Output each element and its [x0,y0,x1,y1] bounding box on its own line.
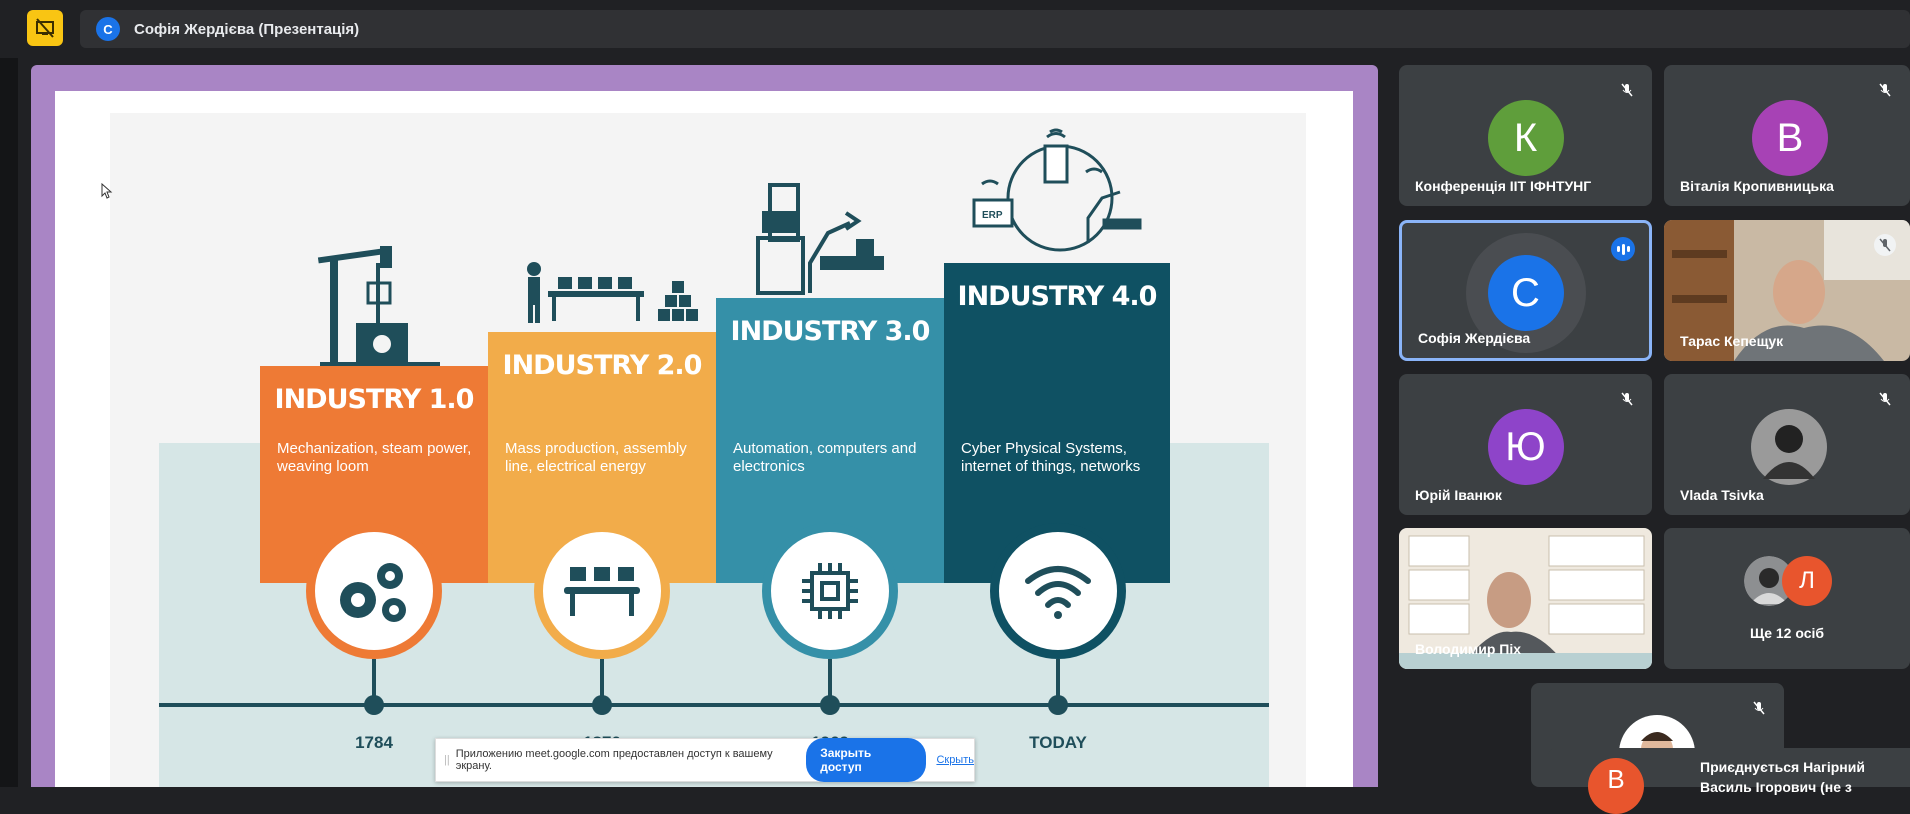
stage-heading: INDUSTRY 4.0 [957,281,1158,312]
mic-off-icon [1616,388,1638,410]
participant-tile[interactable]: Vlada Tsivka [1664,374,1910,515]
mic-off-icon [1874,388,1896,410]
wifi-icon [1025,566,1091,619]
stage-description: Mechanization, steam power, weaving loom [277,440,472,475]
stop-sharing-button[interactable]: Закрыть доступ [806,738,927,782]
join-notification: В Приєднується Нагірний Василь Ігорович … [1548,748,1910,814]
mouse-cursor-icon [101,183,113,199]
presenter-avatar: С [96,17,120,41]
stage-description: Automation, computers and electronics [733,440,917,475]
participant-name: Конференція ІІТ ІФНТУНГ [1415,178,1592,194]
top-bar: С Софія Жердієва (Презентація) [0,0,1910,58]
participant-tile[interactable]: К Конференція ІІТ ІФНТУНГ [1399,65,1652,206]
more-participants-label: Ще 12 осіб [1749,625,1825,641]
avatar: Ю [1487,409,1564,485]
timeline-dot [820,695,840,715]
timeline-line [159,703,1269,707]
participant-name: Софія Жердієва [1418,330,1531,346]
wifi-badge [990,523,1126,659]
timeline-dot [364,695,384,715]
avatar: В [1752,100,1828,176]
shared-screen: INDUSTRY 1.0 Mechanization, steam power,… [31,65,1378,787]
screen-share-banner: || Приложению meet.google.com предоставл… [435,738,975,782]
avatar: К [1487,100,1564,176]
stage-description: Mass production, assembly line, electric… [505,440,687,475]
participant-tile-video[interactable]: Володимир Піх [1399,528,1652,669]
join-text: Приєднується Нагірний Василь Ігорович (н… [1700,757,1865,797]
mic-off-icon [1616,542,1638,564]
speaking-indicator-icon [1611,237,1635,261]
mic-off-icon [1874,79,1896,101]
chip-icon [802,563,858,619]
left-edge [0,0,18,787]
join-text-line2: Василь Ігорович (не з [1700,779,1852,795]
avatar: Л [1782,556,1832,606]
timeline-year: 1784 [355,733,393,752]
participant-tile-active[interactable]: С Софія Жердієва [1399,220,1652,361]
conveyor-badge [534,523,670,659]
slide: INDUSTRY 1.0 Mechanization, steam power,… [55,91,1353,787]
timeline-dot [592,695,612,715]
more-participants-tile[interactable]: Л Ще 12 осіб [1664,528,1910,669]
timeline-year: TODAY [1029,733,1087,752]
gears-icon [340,563,406,622]
participant-tile[interactable]: В Віталія Кропивницька [1664,65,1910,206]
hide-banner-link[interactable]: Скрыть [936,754,974,766]
drag-handle-icon[interactable]: || [444,754,450,766]
participant-name: Vlada Tsivka [1680,487,1764,503]
avatar [1751,409,1827,485]
participant-name: Юрій Іванюк [1415,487,1502,503]
stage-heading: INDUSTRY 2.0 [502,350,703,381]
mic-off-icon [1616,79,1638,101]
chip-badge [762,523,898,659]
assembly-line-icon [527,262,698,323]
join-text-line1: Приєднується Нагірний [1700,759,1865,775]
timeline-dot [1048,695,1068,715]
participant-name: Володимир Піх [1415,641,1522,657]
presentation-title: Софія Жердієва (Презентація) [134,20,360,38]
participant-tile[interactable]: Ю Юрій Іванюк [1399,374,1652,515]
share-message: Приложению meet.google.com предоставлен … [455,748,773,772]
industry-4-network-icon: ERP [972,128,1142,252]
avatar: В [1588,758,1644,814]
mic-off-icon [1874,234,1896,256]
gears-badge [306,523,442,659]
stage-heading: INDUSTRY 3.0 [730,316,931,347]
presentation-title-bar: С Софія Жердієва (Презентація) [80,10,1910,48]
present-off-icon [36,18,54,38]
participant-name: Віталія Кропивницька [1680,178,1834,194]
participant-tile-video[interactable]: Тарас Кепещук [1664,220,1910,361]
oil-pump-icon [317,246,440,366]
stage-heading: INDUSTRY 1.0 [274,384,475,415]
conveyor-icon [564,567,640,616]
participant-name: Тарас Кепещук [1680,333,1784,349]
stop-presenting-button[interactable] [27,10,63,46]
avatar: С [1487,255,1564,331]
industry-infographic: INDUSTRY 1.0 Mechanization, steam power,… [110,113,1306,787]
robot-arm-icon [756,183,884,295]
mic-off-icon [1748,697,1770,719]
erp-label: ERP [982,210,1003,221]
stage-description: Cyber Physical Systems, internet of thin… [961,440,1141,475]
